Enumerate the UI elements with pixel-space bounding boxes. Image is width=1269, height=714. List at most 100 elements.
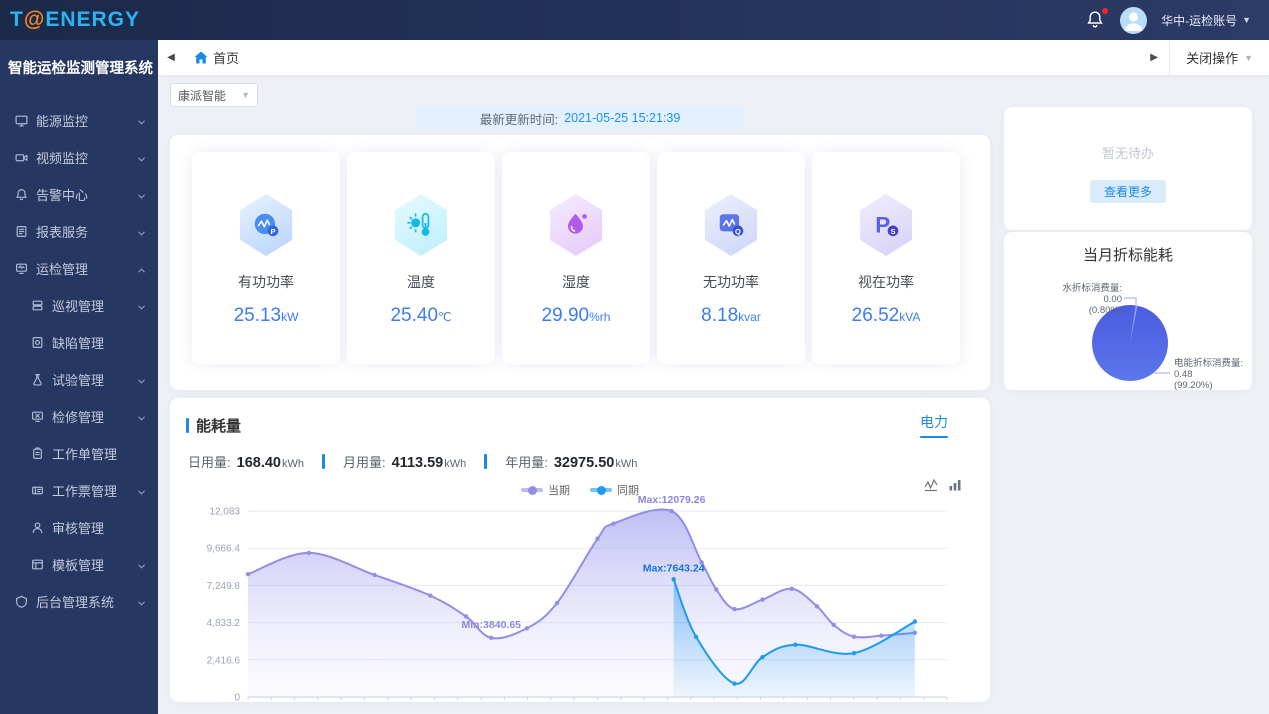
stat-unit: kWh [615, 458, 637, 470]
stat-separator [322, 454, 325, 469]
view-more-button[interactable]: 查看更多 [1090, 180, 1166, 203]
stat-label: 月用量: [343, 455, 386, 470]
logo-text: T [10, 8, 24, 31]
sidebar-item-audit-manage[interactable]: 审核管理 [0, 509, 158, 546]
sidebar-item-label: 运检管理 [36, 259, 88, 278]
notification-bell-icon[interactable] [1086, 10, 1106, 30]
update-time-label: 最新更新时间: [480, 109, 558, 128]
tabbar: ◀ 首页 ▶ 关闭操作 ▼ [158, 40, 1269, 76]
pie-label-water: (0.80%) [1089, 305, 1122, 316]
temperature-icon [392, 194, 450, 256]
stat-value: 168.40 [237, 455, 281, 471]
chevron-down-icon: ▼ [1242, 15, 1251, 25]
update-time-value: 2021-05-25 15:21:39 [564, 111, 680, 125]
sidebar-item-label: 检修管理 [52, 407, 104, 426]
sidebar-item-test-manage[interactable]: 试验管理 [0, 361, 158, 398]
metric-label: 湿度 [562, 272, 590, 292]
account-menu[interactable]: 华中-运检账号 ▼ [1161, 12, 1251, 29]
sidebar-item-defect-manage[interactable]: 缺陷管理 [0, 324, 158, 361]
sidebar-item-report-service[interactable]: 报表服务 [0, 213, 158, 250]
usage-stat: 月用量:4113.59kWh [343, 452, 466, 471]
sidebar-item-template-manage[interactable]: 模板管理 [0, 546, 158, 583]
sidebar-item-label: 试验管理 [52, 370, 104, 389]
defect-manage-icon [30, 336, 44, 350]
y-axis-tick: 0 [234, 693, 240, 702]
metric-unit: %rh [589, 310, 610, 324]
line-chart-toggle-icon[interactable] [924, 478, 938, 497]
template-manage-icon [30, 558, 44, 572]
pie-card: 当月折标能耗 水折标消费量:0.00(0.80%)电能折标消费量:0.48(99… [1004, 232, 1252, 390]
bar-chart-toggle-icon[interactable] [948, 478, 962, 497]
metric-label: 视在功率 [858, 272, 914, 292]
y-axis-tick: 2,416.6 [207, 655, 241, 666]
sidebar-item-label: 巡视管理 [52, 296, 104, 315]
overview-panel: P有功功率25.13kW温度25.40℃湿度29.90%rhQ无功功率8.18k… [170, 135, 990, 390]
sidebar-item-repair-manage[interactable]: 检修管理 [0, 398, 158, 435]
sidebar-item-energy-monitor[interactable]: 能源监控 [0, 102, 158, 139]
svg-text:S: S [890, 227, 895, 236]
tabs-scroll-left-icon[interactable]: ◀ [158, 52, 184, 63]
sidebar-item-ticket-manage[interactable]: 工作票管理 [0, 472, 158, 509]
chevron-down-icon [137, 189, 146, 204]
svg-text:P: P [270, 227, 275, 236]
chevron-down-icon [137, 411, 146, 426]
y-axis-tick: 7,249.8 [207, 581, 241, 592]
usage-stat: 年用量:32975.50kWh [505, 452, 637, 471]
tab-electricity[interactable]: 电力 [920, 412, 948, 438]
sidebar-item-admin-system[interactable]: 后台管理系统 [0, 583, 158, 620]
tab-home-label: 首页 [213, 48, 239, 67]
sidebar-menu: 能源监控视频监控告警中心报表服务运检管理巡视管理缺陷管理试验管理检修管理工作单管… [0, 102, 158, 620]
tabs-scroll-right-icon[interactable]: ▶ [1139, 52, 1169, 63]
sidebar-item-patrol-manage[interactable]: 巡视管理 [0, 287, 158, 324]
sidebar-item-ops-manage[interactable]: 运检管理 [0, 250, 158, 287]
chart-annotation: Max:7643.24 [643, 562, 705, 574]
sidebar-item-label: 能源监控 [36, 111, 88, 130]
y-axis-tick: 4,833.2 [207, 618, 241, 629]
sidebar-item-label: 审核管理 [52, 518, 104, 537]
stat-value: 4113.59 [392, 455, 444, 471]
sidebar-item-video-monitor[interactable]: 视频监控 [0, 139, 158, 176]
energy-monitor-icon [14, 114, 28, 128]
metric-value: 25.13kW [234, 305, 299, 327]
active-power-icon: P [237, 194, 295, 256]
sidebar-item-alarm-center[interactable]: 告警中心 [0, 176, 158, 213]
ticket-manage-icon [30, 484, 44, 498]
avatar[interactable] [1120, 7, 1147, 34]
pie-label-water: 0.00 [1104, 294, 1123, 305]
metric-card-apparent-power: PS视在功率26.52kVA [812, 152, 960, 364]
stat-label: 年用量: [505, 455, 548, 470]
usage-stat: 日用量:168.40kWh [188, 452, 304, 471]
todo-empty-text: 暂无待办 [1102, 143, 1154, 162]
sidebar-item-label: 工作票管理 [52, 481, 117, 500]
notification-dot [1102, 8, 1108, 14]
logo-at: @ [24, 8, 45, 31]
test-manage-icon [30, 373, 44, 387]
humidity-icon [547, 194, 605, 256]
metric-unit: kW [281, 310, 298, 324]
legend-marker [521, 488, 543, 492]
site-select[interactable]: 康派智能 ▼ [170, 83, 258, 107]
app-header: T@ENERGY 华中-运检账号 ▼ [0, 0, 1269, 40]
chevron-down-icon: ▼ [241, 90, 250, 100]
worksheet-manage-icon [30, 447, 44, 461]
metric-label: 无功功率 [703, 272, 759, 292]
tab-home[interactable]: 首页 [184, 40, 249, 75]
sidebar-item-label: 视频监控 [36, 148, 88, 167]
pie-title: 当月折标能耗 [1004, 232, 1252, 265]
audit-manage-icon [30, 521, 44, 535]
sidebar-item-label: 后台管理系统 [36, 592, 114, 611]
header-right: 华中-运检账号 ▼ [1086, 7, 1251, 34]
sidebar: 智能运检监测管理系统 能源监控视频监控告警中心报表服务运检管理巡视管理缺陷管理试… [0, 40, 158, 714]
metric-label: 温度 [407, 272, 435, 292]
metric-label: 有功功率 [238, 272, 294, 292]
report-service-icon [14, 225, 28, 239]
logo-text-2: ENERGY [45, 8, 140, 31]
metric-value: 25.40℃ [390, 305, 451, 327]
close-operations-dropdown[interactable]: 关闭操作 ▼ [1170, 48, 1269, 67]
chevron-down-icon [137, 152, 146, 167]
chevron-down-icon [137, 300, 146, 315]
svg-text:Q: Q [735, 227, 741, 236]
sidebar-item-worksheet-manage[interactable]: 工作单管理 [0, 435, 158, 472]
alarm-center-icon [14, 188, 28, 202]
metric-card-reactive-power: Q无功功率8.18kvar [657, 152, 805, 364]
